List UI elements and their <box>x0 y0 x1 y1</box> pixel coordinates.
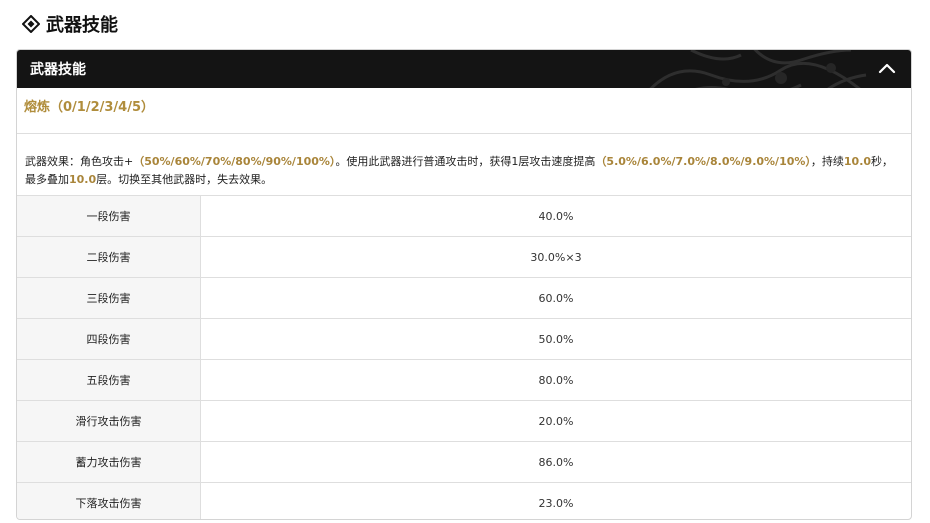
effect-highlight: 10.0 <box>843 155 872 168</box>
table-row: 四段伤害 50.0% <box>17 318 911 360</box>
effect-highlight: （50%/60%/70%/80%/90%/100%） <box>133 155 336 168</box>
row-label: 滑行攻击伤害 <box>17 400 201 442</box>
weapon-effect-text: 武器效果：角色攻击+（50%/60%/70%/80%/90%/100%）。使用此… <box>17 134 911 196</box>
row-value: 30.0%×3 <box>200 236 911 278</box>
chevron-up-icon[interactable] <box>877 59 897 79</box>
row-label: 四段伤害 <box>17 318 201 360</box>
effect-text: 。使用此武器进行普通攻击时，获得1层攻击速度提高 <box>335 155 596 168</box>
panel-title: 武器技能 <box>30 62 86 78</box>
panel-header[interactable]: 武器技能 <box>17 50 911 88</box>
effect-text: ，持续 <box>810 155 844 168</box>
table-row: 五段伤害 80.0% <box>17 359 911 401</box>
row-label: 下落攻击伤害 <box>17 482 201 519</box>
row-label: 蓄力攻击伤害 <box>17 441 201 483</box>
effect-highlight: （5.0%/6.0%/7.0%/8.0%/9.0%/10%） <box>595 155 811 168</box>
row-value: 50.0% <box>200 318 911 360</box>
row-label: 二段伤害 <box>17 236 201 278</box>
section-title: 武器技能 <box>46 15 118 36</box>
damage-table: 一段伤害 40.0% 二段伤害 30.0%×3 三段伤害 60.0% 四段伤害 … <box>17 196 911 519</box>
diamond-icon <box>22 15 40 33</box>
effect-text: 层。切换至其他武器时，失去效果。 <box>96 173 273 186</box>
row-label: 一段伤害 <box>17 196 201 237</box>
effect-text: 武器效果：角色攻击+ <box>25 155 134 168</box>
row-value: 86.0% <box>200 441 911 483</box>
row-value: 80.0% <box>200 359 911 401</box>
dragon-art-icon <box>649 50 867 88</box>
row-value: 20.0% <box>200 400 911 442</box>
section-heading: 武器技能 <box>22 11 118 37</box>
weapon-skill-panel: 武器技能 熔炼（0/1/2/3/4/5） 武器效果：角色攻击+（50%/60%/… <box>16 49 912 520</box>
table-row: 蓄力攻击伤害 86.0% <box>17 441 911 483</box>
refine-levels: 熔炼（0/1/2/3/4/5） <box>17 88 911 134</box>
table-row: 滑行攻击伤害 20.0% <box>17 400 911 442</box>
table-row: 一段伤害 40.0% <box>17 196 911 237</box>
table-row: 下落攻击伤害 23.0% <box>17 482 911 519</box>
effect-highlight: 10.0 <box>69 173 97 186</box>
row-value: 23.0% <box>538 496 574 510</box>
page: 武器技能 武器技能 熔炼（0/1/2/3/4/5） 武器效果：角色攻击+（50%… <box>0 0 930 523</box>
table-row: 二段伤害 30.0%×3 <box>17 236 911 278</box>
table-row: 三段伤害 60.0% <box>17 277 911 319</box>
row-value: 60.0% <box>200 277 911 319</box>
row-label: 三段伤害 <box>17 277 201 319</box>
row-value: 40.0% <box>200 196 911 237</box>
row-label: 五段伤害 <box>17 359 201 401</box>
